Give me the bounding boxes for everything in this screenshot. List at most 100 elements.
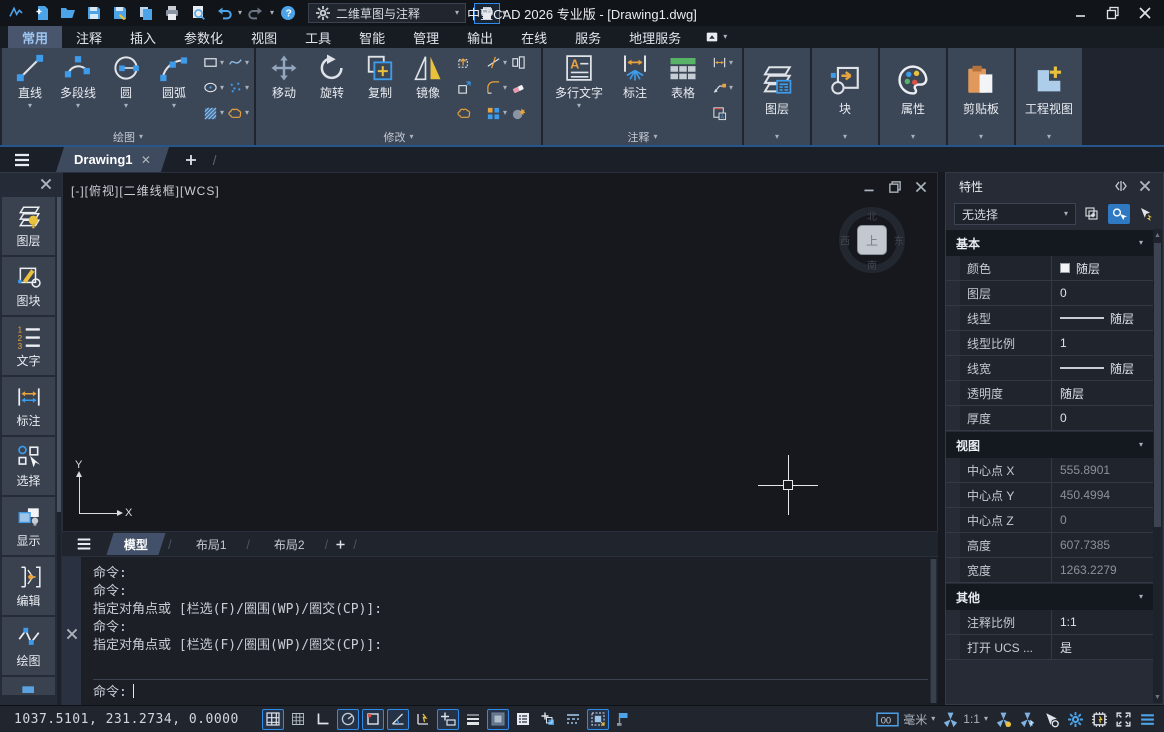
save-as-button[interactable] xyxy=(108,2,132,24)
palette-item-编辑[interactable]: 编辑 xyxy=(2,557,55,615)
layout-menu-icon[interactable] xyxy=(62,535,106,553)
minimize-button[interactable] xyxy=(1066,2,1096,24)
hatch-button[interactable]: ▾ xyxy=(203,102,224,124)
panel-dropdown-attributes[interactable]: ▾ xyxy=(880,128,946,145)
panel-dropdown-block[interactable]: ▾ xyxy=(812,128,878,145)
grid-display-toggle[interactable] xyxy=(262,709,284,730)
ribbon-tab-服务[interactable]: 服务 xyxy=(561,26,615,48)
dynamic-input-toggle[interactable] xyxy=(437,709,459,730)
ellipse-button[interactable]: ▾ xyxy=(203,77,224,99)
property-value[interactable]: 0 xyxy=(1052,281,1153,305)
linear-dim-button[interactable]: ▾ xyxy=(712,52,737,74)
command-input[interactable]: 命令: xyxy=(93,679,928,701)
restore-button[interactable] xyxy=(1098,2,1128,24)
chevron-down-icon[interactable]: ▾ xyxy=(245,84,249,92)
annotation-scale-selector[interactable]: 1:1 ▾ xyxy=(942,711,988,728)
pickadd-toggle-button[interactable] xyxy=(1108,204,1130,224)
chevron-down-icon[interactable]: ▾ xyxy=(76,102,80,110)
palette-item-图层[interactable]: 图层 xyxy=(2,197,55,255)
quick-properties-toggle[interactable] xyxy=(512,709,534,730)
close-tab-icon[interactable]: ✕ xyxy=(141,153,151,167)
palette-close-icon[interactable] xyxy=(38,176,54,192)
ribbon-tab-工具[interactable]: 工具 xyxy=(291,26,345,48)
ribbon-tab-地理服务[interactable]: 地理服务 xyxy=(615,26,695,48)
chevron-down-icon[interactable]: ▾ xyxy=(729,84,733,92)
copy-button[interactable] xyxy=(134,2,158,24)
units-selector[interactable]: 00 毫米 ▾ xyxy=(876,711,935,728)
property-value[interactable]: 450.4994 xyxy=(1052,483,1153,507)
workspace-flag-toggle[interactable] xyxy=(612,709,634,730)
section-header-视图[interactable]: 视图▾ xyxy=(946,432,1153,458)
ribbon-tab-插入[interactable]: 插入 xyxy=(116,26,170,48)
doc-restore-icon[interactable] xyxy=(887,179,903,195)
selection-cycling-toggle[interactable] xyxy=(537,709,559,730)
print-preview-button[interactable] xyxy=(186,2,210,24)
revcloud-button[interactable]: ▾ xyxy=(228,102,249,124)
object-snap-tracking-toggle[interactable] xyxy=(412,709,434,730)
mirror-button[interactable]: 镜像 xyxy=(405,50,451,126)
auto-annotation-button[interactable] xyxy=(1019,711,1036,728)
document-tab-drawing1[interactable]: Drawing1 ✕ xyxy=(56,147,169,172)
ribbon-collapse-button[interactable]: ▾ xyxy=(705,26,727,48)
erase-button[interactable] xyxy=(511,77,536,99)
chevron-down-icon[interactable]: ▾ xyxy=(245,59,249,67)
compass-west[interactable]: 西 xyxy=(840,233,850,248)
palette-item-选择[interactable]: 选择 xyxy=(2,437,55,495)
selection-dropdown[interactable]: 无选择 ▾ xyxy=(954,203,1076,225)
chevron-down-icon[interactable]: ▾ xyxy=(220,59,224,67)
engineering-view-button[interactable]: 工程视图 xyxy=(1021,59,1077,117)
lineweight-display-toggle[interactable] xyxy=(462,709,484,730)
property-value[interactable]: 555.8901 xyxy=(1052,458,1153,482)
chevron-down-icon[interactable]: ▾ xyxy=(654,133,658,141)
command-close-icon[interactable] xyxy=(64,563,80,705)
attributes-button[interactable]: 属性 xyxy=(885,59,941,117)
redo-dropdown-icon[interactable]: ▾ xyxy=(270,9,274,17)
ribbon-tab-参数化[interactable]: 参数化 xyxy=(170,26,237,48)
palette-item-partial[interactable] xyxy=(2,677,55,695)
table-button[interactable]: 表格 xyxy=(660,50,706,126)
angle-snap-toggle[interactable] xyxy=(387,709,409,730)
copy-obj-button[interactable]: 复制 xyxy=(357,50,403,126)
properties-scrollbar[interactable]: ▲ ▼ xyxy=(1153,229,1162,703)
command-scrollbar[interactable] xyxy=(930,559,937,703)
chevron-down-icon[interactable]: ▾ xyxy=(503,59,507,67)
palette-item-显示[interactable]: 显示 xyxy=(2,497,55,555)
ribbon-tab-常用[interactable]: 常用 xyxy=(8,26,62,48)
panel-dropdown-engineering-view[interactable]: ▾ xyxy=(1016,128,1082,145)
help-button[interactable]: ? xyxy=(276,2,300,24)
property-value[interactable]: 0 xyxy=(1052,406,1153,430)
open-file-button[interactable] xyxy=(56,2,80,24)
move-button[interactable]: 移动 xyxy=(261,50,307,126)
property-value[interactable]: 是 xyxy=(1052,635,1153,659)
clipboard-button[interactable]: 剪贴板 xyxy=(953,59,1009,117)
rectangle-button[interactable]: ▾ xyxy=(203,52,224,74)
mtext-button[interactable]: A多行文字▾ xyxy=(548,50,610,126)
quick-select-button[interactable] xyxy=(1081,204,1103,224)
snap-mode-toggle[interactable] xyxy=(287,709,309,730)
chevron-down-icon[interactable]: ▾ xyxy=(1139,593,1143,601)
chevron-down-icon[interactable]: ▾ xyxy=(503,84,507,92)
chevron-down-icon[interactable]: ▾ xyxy=(410,133,414,141)
ribbon-tab-注释[interactable]: 注释 xyxy=(62,26,116,48)
status-menu-button[interactable] xyxy=(1139,711,1156,728)
new-document-tab-button[interactable] xyxy=(183,152,199,168)
viewport-label[interactable]: [-][俯视][二维线框][WCS] xyxy=(71,182,220,199)
text-frame-button[interactable]: A xyxy=(712,102,737,124)
scroll-down-icon[interactable]: ▼ xyxy=(1153,691,1162,703)
section-header-基本[interactable]: 基本▾ xyxy=(946,230,1153,256)
chevron-down-icon[interactable]: ▾ xyxy=(220,109,224,117)
palette-item-绘图[interactable]: 绘图 xyxy=(2,617,55,675)
revcloud-button[interactable] xyxy=(457,102,482,124)
chevron-down-icon[interactable]: ▾ xyxy=(911,133,915,141)
property-value[interactable]: 1263.2279 xyxy=(1052,558,1153,582)
layout-tab-布局2[interactable]: 布局2 xyxy=(256,533,322,555)
block-button[interactable]: 块 xyxy=(817,59,873,117)
leader-button[interactable]: ▾ xyxy=(712,77,737,99)
property-value[interactable]: 随层 xyxy=(1052,256,1153,280)
panel-dropdown-layers[interactable]: ▾ xyxy=(744,128,810,145)
panel-label-annotate[interactable]: 注释▾ xyxy=(543,128,742,145)
undo-dropdown-icon[interactable]: ▾ xyxy=(238,9,242,17)
align-button[interactable] xyxy=(511,52,536,74)
chevron-down-icon[interactable]: ▾ xyxy=(124,102,128,110)
chevron-down-icon[interactable]: ▾ xyxy=(729,59,733,67)
